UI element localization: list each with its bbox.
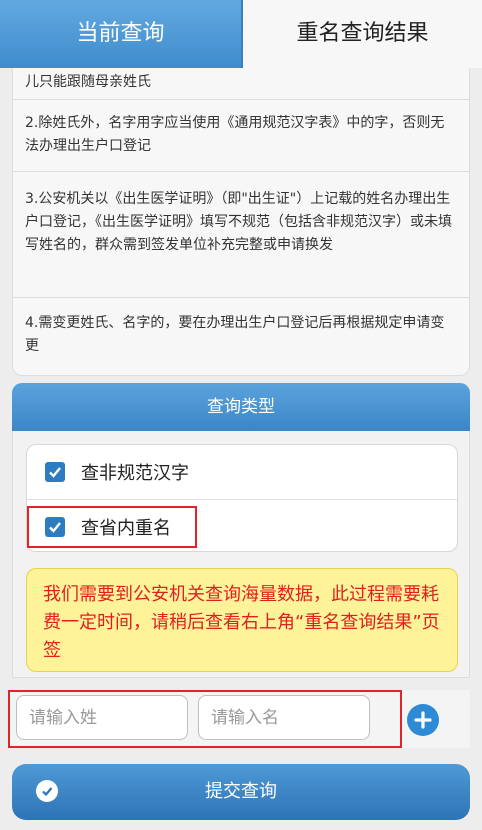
checkbox-checked-icon[interactable] [45, 462, 65, 482]
submit-query-button[interactable]: 提交查询 [12, 764, 470, 820]
highlight-outline [27, 506, 197, 548]
tab-duplicate-results[interactable]: 重名查询结果 [243, 0, 482, 68]
query-type-header: 查询类型 [12, 383, 470, 431]
note-item: 儿只能跟随母亲姓氏 [13, 68, 469, 100]
highlight-outline [8, 690, 402, 748]
submit-label: 提交查询 [205, 781, 277, 802]
note-item: 3.公安机关以《出生医学证明》（即"出生证"）上记载的姓名办理出生户口登记，《出… [13, 172, 469, 298]
tab-current-query[interactable]: 当前查询 [0, 0, 243, 68]
add-button[interactable] [407, 704, 439, 736]
query-type-panel: 查非规范汉字 查省内重名 我们需要到公安机关查询海量数据，此过程需要耗费一定时间… [12, 431, 470, 678]
option-nonstandard-chars[interactable]: 查非规范汉字 [27, 445, 457, 499]
option-label: 查非规范汉字 [81, 463, 189, 484]
warning-notice: 我们需要到公安机关查询海量数据，此过程需要耗费一定时间，请稍后查看右上角“重名查… [26, 568, 458, 672]
plus-icon [414, 711, 432, 729]
note-item: 2.除姓氏外，名字用字应当使用《通用规范汉字表》中的字，否则无法办理出生户口登记 [13, 100, 469, 172]
note-item: 4.需变更姓氏、名字的，要在办理出生户口登记后再根据规定申请变更 [25, 315, 445, 354]
notes-list: 儿只能跟随母亲姓氏 2.除姓氏外，名字用字应当使用《通用规范汉字表》中的字，否则… [12, 68, 470, 376]
check-circle-icon [36, 780, 58, 802]
tab-bar: 当前查询 重名查询结果 [0, 0, 482, 68]
